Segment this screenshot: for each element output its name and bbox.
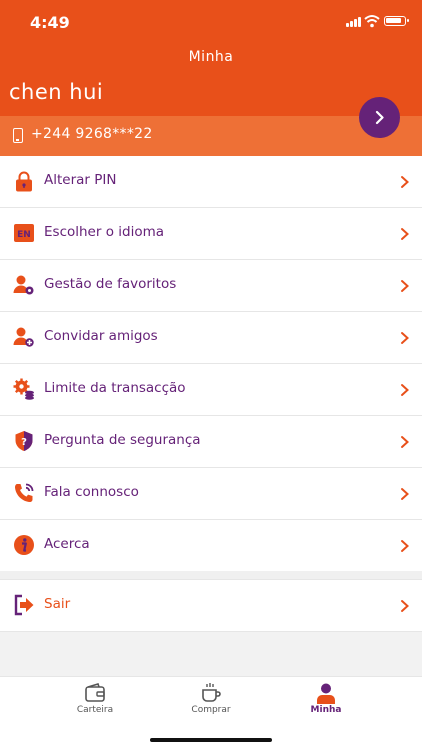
menu-item-security-question[interactable]: ? Pergunta de segurança <box>0 416 422 468</box>
chevron-right-icon <box>375 110 384 125</box>
chevron-right-icon <box>401 332 409 344</box>
menu-item-favorites[interactable]: Gestão de favoritos <box>0 260 422 312</box>
settings-menu: Alterar PIN EN Escolher o idioma Gestão … <box>0 156 422 572</box>
signal-icon <box>346 17 361 27</box>
chevron-right-icon <box>401 384 409 396</box>
status-time: 4:49 <box>30 13 70 32</box>
menu-item-invite-friends[interactable]: Convidar amigos <box>0 312 422 364</box>
menu-item-label: Limite da transacção <box>44 380 186 396</box>
profile-header: 4:49 Minha chen hui +244 9268***22 <box>0 0 422 156</box>
page-title: Minha <box>188 49 234 65</box>
mobile-phone-icon <box>13 128 23 143</box>
wifi-icon <box>364 15 380 28</box>
chevron-right-icon <box>401 228 409 240</box>
user-name: chen hui <box>9 80 104 104</box>
section-divider <box>0 571 422 579</box>
person-icon <box>317 683 335 704</box>
cup-icon <box>202 683 221 702</box>
status-bar: 4:49 <box>0 0 422 44</box>
chevron-right-icon <box>401 436 409 448</box>
phone-call-icon <box>15 483 34 502</box>
menu-item-label: Alterar PIN <box>44 172 117 188</box>
tab-label: Minha <box>310 705 342 715</box>
info-icon <box>14 535 34 555</box>
chevron-right-icon <box>401 600 409 612</box>
chevron-right-icon <box>401 176 409 188</box>
svg-text:?: ? <box>21 437 27 448</box>
menu-item-contact-us[interactable]: Fala connosco <box>0 468 422 520</box>
menu-item-language[interactable]: EN Escolher o idioma <box>0 208 422 260</box>
gear-coins-icon <box>13 378 34 400</box>
tab-minha[interactable]: Minha <box>256 677 396 725</box>
chevron-right-icon <box>401 540 409 552</box>
user-add-icon <box>13 327 34 347</box>
menu-item-change-pin[interactable]: Alterar PIN <box>0 156 422 208</box>
menu-item-label: Acerca <box>44 536 90 552</box>
menu-item-label: Gestão de favoritos <box>44 276 177 292</box>
chevron-right-icon <box>401 280 409 292</box>
phone-number: +244 9268***22 <box>31 126 153 142</box>
menu-item-label: Escolher o idioma <box>44 224 165 240</box>
menu-item-label: Fala connosco <box>44 484 139 500</box>
menu-item-label: Convidar amigos <box>44 328 158 344</box>
language-en-icon: EN <box>14 224 34 242</box>
menu-item-transaction-limit[interactable]: Limite da transacção <box>0 364 422 416</box>
language-icon-text: EN <box>17 230 31 240</box>
home-indicator <box>150 738 272 742</box>
shield-question-icon: ? <box>15 431 33 451</box>
lock-icon <box>16 171 32 192</box>
menu-item-label: Pergunta de segurança <box>44 432 201 448</box>
profile-details-button[interactable] <box>359 97 400 138</box>
logout-label: Sair <box>44 596 71 612</box>
user-settings-icon <box>13 275 34 295</box>
battery-icon <box>384 16 409 26</box>
logout-button[interactable]: Sair <box>0 579 422 632</box>
menu-item-about[interactable]: Acerca <box>0 520 422 572</box>
wallet-icon <box>85 683 105 702</box>
chevron-right-icon <box>401 488 409 500</box>
logout-icon <box>14 594 34 616</box>
